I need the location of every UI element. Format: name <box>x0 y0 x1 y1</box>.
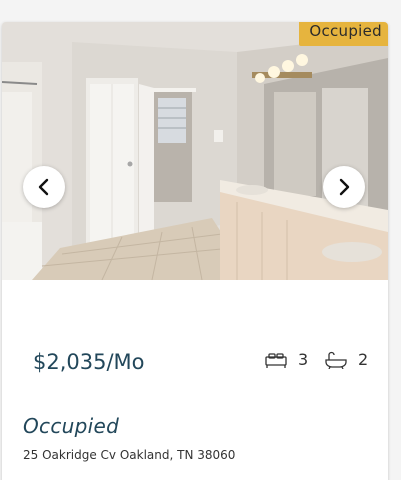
chevron-right-icon <box>339 178 350 196</box>
baths-count: 2 <box>358 350 369 369</box>
beds-count: 3 <box>298 350 309 369</box>
rent-price: $2,035/Mo <box>33 350 145 374</box>
previous-photo-button[interactable] <box>23 166 65 208</box>
status-tag: Occupied <box>299 22 388 46</box>
bathroom-photo <box>2 22 388 280</box>
beds-info: 3 <box>264 350 308 369</box>
chevron-left-icon <box>38 178 49 196</box>
listing-card[interactable]: Occupied $2,035/Mo 3 2 Occupied 25 Oakri… <box>2 22 388 480</box>
price-row: $2,035/Mo 3 2 <box>2 342 388 386</box>
listing-address[interactable]: 25 Oakridge Cv Oakland, TN 38060 <box>23 448 235 462</box>
listing-status: Occupied <box>23 414 120 438</box>
next-photo-button[interactable] <box>323 166 365 208</box>
bathtub-icon <box>325 351 347 369</box>
baths-info: 2 <box>324 350 368 369</box>
bed-icon <box>265 352 287 368</box>
listing-page: Occupied $2,035/Mo 3 2 Occupied 25 Oakri… <box>0 0 401 480</box>
listing-photo[interactable]: Occupied <box>2 22 388 280</box>
